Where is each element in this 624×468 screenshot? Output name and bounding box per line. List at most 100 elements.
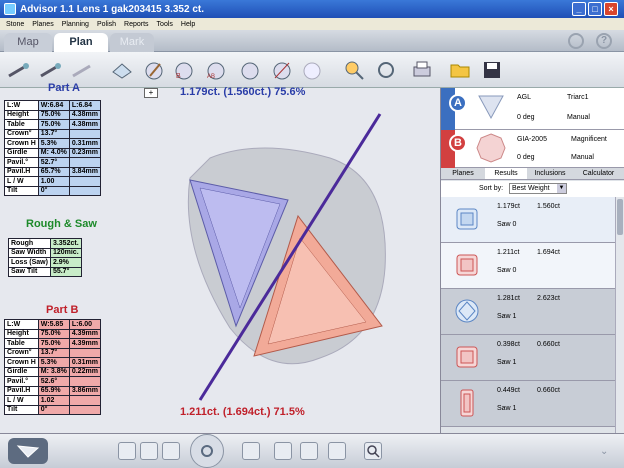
front-view-button[interactable] bbox=[118, 442, 136, 460]
table-row: Table 75.0% 4.39mm bbox=[4, 338, 101, 349]
result-row[interactable]: 1.281ct 2.623ct Saw 1 bbox=[441, 289, 615, 335]
save-icon[interactable] bbox=[480, 58, 504, 82]
menu-polish[interactable]: Polish bbox=[97, 21, 116, 28]
scrollbar-thumb[interactable] bbox=[617, 199, 623, 235]
result-row[interactable]: 1.179ct 1.560ct Saw 0 bbox=[441, 197, 615, 243]
menu-planes[interactable]: Planes bbox=[32, 21, 53, 28]
expand-chevron-icon[interactable]: ⌄ bbox=[600, 446, 614, 457]
tab-planes[interactable]: Planes bbox=[441, 168, 485, 179]
table-cell: 13.7° bbox=[37, 128, 70, 139]
round-view-button[interactable] bbox=[274, 442, 292, 460]
minimize-button[interactable]: _ bbox=[572, 2, 586, 16]
menu-reports[interactable]: Reports bbox=[124, 21, 149, 28]
zoom-button[interactable] bbox=[364, 442, 382, 460]
wand-tool-icon[interactable] bbox=[6, 58, 30, 82]
tab-map[interactable]: Map bbox=[4, 33, 52, 52]
maximize-button[interactable]: □ bbox=[588, 2, 602, 16]
table-cell: 13.7° bbox=[37, 347, 70, 358]
chevron-down-icon[interactable]: ▼ bbox=[557, 184, 566, 193]
slice-view-button[interactable] bbox=[242, 442, 260, 460]
gem-search-icon[interactable] bbox=[342, 58, 366, 82]
part-b-deg: 0 deg bbox=[517, 154, 535, 161]
tab-results[interactable]: Results bbox=[485, 168, 527, 179]
close-button[interactable]: × bbox=[604, 2, 618, 16]
menu-help[interactable]: Help bbox=[181, 21, 195, 28]
facet-view-button[interactable] bbox=[328, 442, 346, 460]
table-cell: 65.7% bbox=[37, 166, 70, 177]
result-row[interactable]: 1.211ct 1.694ct Saw 0 bbox=[441, 243, 615, 289]
result-row[interactable]: 0.449ct 0.660ct Saw 1 bbox=[441, 381, 615, 427]
svg-text:B: B bbox=[176, 73, 181, 80]
side-view-button[interactable] bbox=[140, 442, 158, 460]
menu-stone[interactable]: Stone bbox=[6, 21, 24, 28]
view-mode-button[interactable] bbox=[8, 438, 48, 464]
print-icon[interactable] bbox=[410, 58, 434, 82]
sort-select[interactable]: Best Weight ▼ bbox=[509, 183, 567, 194]
part-a-card[interactable]: A AGL Triarc1 0 deg Manual bbox=[441, 88, 624, 130]
profile-view-button[interactable] bbox=[300, 442, 318, 460]
result-row[interactable]: 0.398ct 0.660ct Saw 1 bbox=[441, 335, 615, 381]
part-b-title: Part B bbox=[46, 304, 79, 316]
result-saw: Saw 0 bbox=[497, 267, 517, 274]
table-cell: W:6.84 bbox=[37, 100, 70, 111]
table-row: L:W W:6.84 L:6.84 bbox=[4, 100, 101, 111]
menu-planning[interactable]: Planning bbox=[62, 21, 89, 28]
results-scrollbar[interactable] bbox=[615, 197, 624, 433]
table-cell: 4.38mm bbox=[68, 109, 101, 120]
gem-faded-icon[interactable] bbox=[300, 58, 324, 82]
table-cell: 52.7° bbox=[37, 157, 70, 168]
table-cell: Pavil.° bbox=[4, 376, 39, 387]
stone-canvas[interactable]: + Part A 1.179ct. (1.560ct.) 75.6% L:W W:… bbox=[0, 82, 440, 433]
gem-refresh-icon[interactable] bbox=[374, 58, 398, 82]
collapse-panel-icon[interactable]: + bbox=[144, 88, 158, 98]
result-weight: 1.211ct bbox=[497, 249, 520, 256]
table-row: Tilt 0° bbox=[4, 404, 101, 415]
help-icon[interactable]: ? bbox=[596, 33, 612, 49]
table-cell: Table bbox=[4, 338, 39, 349]
part-a-badge: A bbox=[449, 94, 467, 112]
menu-tools[interactable]: Tools bbox=[157, 21, 173, 28]
part-a-lab: AGL bbox=[517, 94, 532, 101]
table-row: Crown H 5.3% 0.31mm bbox=[4, 357, 101, 368]
tab-mark[interactable]: Mark bbox=[110, 33, 154, 52]
part-b-card[interactable]: B GIA-2005 Magnificent 0 deg Manual bbox=[441, 130, 624, 168]
sort-bar: Sort by: Best Weight ▼ bbox=[441, 181, 624, 197]
table-cell: L:6.84 bbox=[68, 100, 101, 111]
tab-inclusions[interactable]: Inclusions bbox=[527, 168, 573, 179]
tab-calculator[interactable]: Calculator bbox=[573, 168, 624, 179]
rotate-navigator[interactable] bbox=[190, 434, 224, 468]
table-cell: 0° bbox=[37, 404, 70, 415]
open-folder-icon[interactable] bbox=[448, 58, 472, 82]
part-b-mode: Manual bbox=[571, 154, 594, 161]
wand-disabled-icon[interactable] bbox=[70, 58, 94, 82]
gem-edit-b-icon[interactable]: B bbox=[172, 58, 196, 82]
table-cell: Tilt bbox=[4, 185, 39, 196]
table-cell: 5.3% bbox=[37, 357, 70, 368]
settings-icon[interactable] bbox=[568, 33, 584, 49]
gem-edit-a-icon[interactable] bbox=[142, 58, 166, 82]
table-cell bbox=[68, 347, 101, 358]
table-cell: 3.352ct. bbox=[49, 238, 82, 249]
bottom-toolbar: ⌄ bbox=[0, 433, 624, 468]
table-cell: 75.0% bbox=[37, 119, 70, 130]
table-cell: Rough bbox=[8, 238, 51, 249]
table-cell: 1.02 bbox=[37, 395, 70, 406]
gem-outline-icon[interactable] bbox=[110, 58, 134, 82]
table-cell: Pavil.H bbox=[4, 385, 39, 396]
table-cell: 55.7° bbox=[49, 266, 82, 277]
table-cell: 120mic. bbox=[49, 247, 82, 258]
gem-rotate-icon[interactable] bbox=[238, 58, 262, 82]
stone-model[interactable] bbox=[170, 108, 400, 408]
gem-cut-icon[interactable] bbox=[270, 58, 294, 82]
bottom-result-label: 1.211ct. (1.694ct.) 71.5% bbox=[180, 406, 305, 418]
gem-edit-ab-icon[interactable]: AB bbox=[204, 58, 228, 82]
tab-plan[interactable]: Plan bbox=[54, 33, 108, 52]
table-cell: 4.39mm bbox=[68, 328, 101, 339]
table-cell: 3.86mm bbox=[68, 385, 101, 396]
table-cell: L:W bbox=[4, 100, 39, 111]
wand-multi-icon[interactable] bbox=[38, 58, 62, 82]
table-row: Crown° 13.7° bbox=[4, 128, 101, 139]
table-row: L:W W:5.85 L:6.00 bbox=[4, 319, 101, 330]
table-row: Height 75.0% 4.38mm bbox=[4, 109, 101, 120]
back-view-button[interactable] bbox=[162, 442, 180, 460]
